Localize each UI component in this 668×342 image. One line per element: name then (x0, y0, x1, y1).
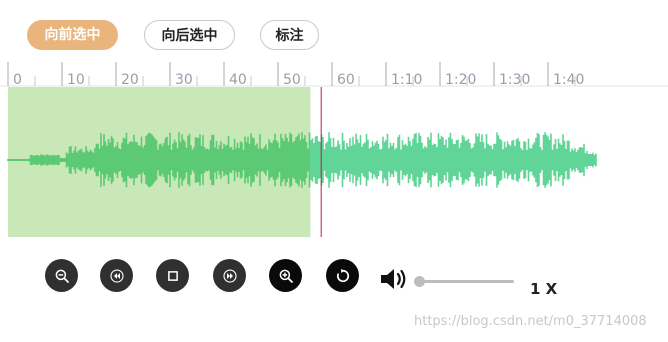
ruler-tick-label: 10 (67, 72, 85, 88)
audio-editor: 向前选中 向后选中 标注 0 10 20 30 40 50 60 1:10 1:20 1:30 1:… (0, 0, 668, 342)
zoom-in-icon (279, 269, 293, 283)
ruler-tick-label: 1:10 (391, 72, 422, 88)
time-ruler: 0 10 20 30 40 50 60 1:10 1:20 1:30 1:40 (0, 62, 668, 88)
ruler-tick-label: 40 (229, 72, 247, 88)
ruler-tick-label: 50 (283, 72, 301, 88)
mark-button[interactable]: 标注 (260, 20, 319, 50)
ruler-tick-label: 1:20 (445, 72, 476, 88)
waveform-timeline[interactable]: 0 10 20 30 40 50 60 1:10 1:20 1:30 1:40 (0, 58, 668, 248)
volume-slider-thumb[interactable] (414, 276, 425, 287)
ruler-tick-label: 1:40 (553, 72, 584, 88)
skip-forward-button[interactable] (213, 259, 246, 292)
ruler-tick-label: 1:30 (499, 72, 530, 88)
replay-icon (336, 268, 349, 282)
ruler-tick-label: 60 (337, 72, 355, 88)
select-forward-button[interactable]: 向前选中 (27, 20, 118, 50)
stop-button[interactable] (156, 259, 189, 292)
skip-back-icon (109, 268, 124, 283)
playback-speed[interactable]: 1 X (530, 280, 557, 298)
volume-slider-track[interactable] (418, 280, 514, 283)
replay-button[interactable] (326, 259, 359, 292)
zoom-out-icon (55, 269, 69, 283)
ruler-tick-label: 0 (13, 72, 22, 88)
ruler-tick-label: 20 (121, 72, 139, 88)
watermark: https://blog.csdn.net/m0_37714008 (414, 314, 647, 329)
ruler-tick-label: 30 (175, 72, 193, 88)
stop-icon (167, 270, 178, 281)
skip-forward-icon (222, 268, 237, 283)
skip-back-button[interactable] (100, 259, 133, 292)
waveform-unselected (310, 132, 597, 188)
zoom-out-button[interactable] (45, 259, 78, 292)
select-backward-button[interactable]: 向后选中 (144, 20, 235, 50)
volume-icon[interactable] (380, 266, 410, 292)
zoom-in-button[interactable] (269, 259, 302, 292)
